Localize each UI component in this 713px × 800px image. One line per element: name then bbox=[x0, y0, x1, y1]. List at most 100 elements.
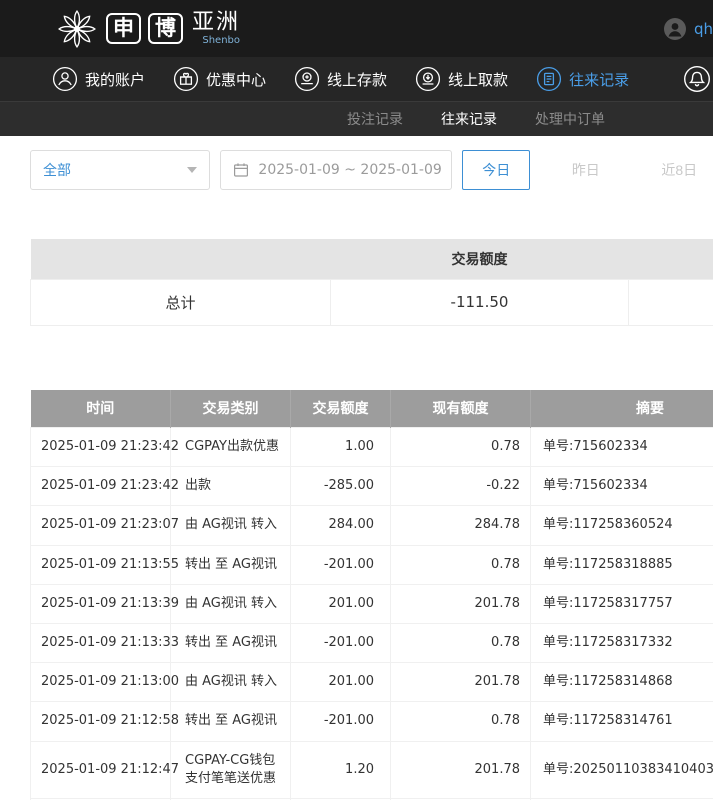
amount-cell: -201.00 bbox=[291, 545, 391, 584]
yesterday-button[interactable]: 昨日 bbox=[552, 150, 619, 190]
balance-cell: 284.78 bbox=[391, 506, 531, 545]
summary-header-row: 交易额度 bbox=[31, 239, 713, 279]
records-subnav: 投注记录 往来记录 处理中订单 bbox=[0, 101, 713, 136]
amount-cell: 284.00 bbox=[291, 506, 391, 545]
time-cell: 2025-01-09 21:13:00 bbox=[31, 663, 171, 702]
header-time: 时间 bbox=[31, 390, 171, 428]
time-cell: 2025-01-09 21:23:07 bbox=[31, 506, 171, 545]
summary-header-empty2 bbox=[629, 239, 713, 279]
avatar-icon bbox=[663, 17, 687, 41]
amount-cell: -201.00 bbox=[291, 623, 391, 662]
summary-cell: 单号:117258317757 bbox=[531, 584, 713, 623]
nav-label: 优惠中心 bbox=[206, 69, 266, 90]
summary-total-label: 总计 bbox=[31, 279, 331, 325]
summary-cell: 单号:202501103834104031 bbox=[531, 741, 713, 798]
summary-total-value: -111.50 bbox=[331, 279, 629, 325]
table-row: 2025-01-09 21:23:42出款-285.00-0.22单号:7156… bbox=[31, 467, 713, 506]
filter-bar: 全部 2025-01-09 ~ 2025-01-09 今日 昨日 近8日 bbox=[0, 136, 713, 203]
nav-label: 往来记录 bbox=[569, 69, 629, 90]
amount-cell: -201.00 bbox=[291, 702, 391, 741]
header-type: 交易类别 bbox=[171, 390, 291, 428]
nav-item-promotions[interactable]: 优惠中心 bbox=[173, 66, 266, 92]
nav-item-records[interactable]: 往来记录 bbox=[536, 66, 629, 92]
type-cell: 出款 bbox=[171, 467, 291, 506]
balance-cell: 0.78 bbox=[391, 702, 531, 741]
top-header: 申 博 亚洲 Shenbo qh bbox=[0, 0, 713, 57]
summary-header-empty bbox=[31, 239, 331, 279]
logo-char-shen: 申 bbox=[106, 13, 141, 44]
time-cell: 2025-01-09 21:12:58 bbox=[31, 702, 171, 741]
amount-cell: -285.00 bbox=[291, 467, 391, 506]
summary-cell: 单号:715602334 bbox=[531, 467, 713, 506]
records-icon bbox=[536, 66, 562, 92]
transactions-header-row: 时间 交易类别 交易额度 现有额度 摘要 bbox=[31, 390, 713, 428]
nav-label: 线上取款 bbox=[448, 69, 508, 90]
summary-cell: 单号:117258318885 bbox=[531, 545, 713, 584]
nav-item-withdraw[interactable]: 线上取款 bbox=[415, 66, 508, 92]
type-cell: 转出 至 AG视讯 bbox=[171, 545, 291, 584]
time-cell: 2025-01-09 21:12:47 bbox=[31, 741, 171, 798]
table-row: 2025-01-09 21:12:58转出 至 AG视讯-201.000.78单… bbox=[31, 702, 713, 741]
notifications-button[interactable] bbox=[683, 65, 711, 93]
tab-betting-records[interactable]: 投注记录 bbox=[347, 109, 403, 129]
username-text: qh bbox=[694, 20, 713, 38]
summary-cell: 单号:117258314868 bbox=[531, 663, 713, 702]
table-row: 2025-01-09 21:13:00由 AG视讯 转入201.00201.78… bbox=[31, 663, 713, 702]
flower-logo-icon bbox=[55, 7, 99, 51]
nav-label: 线上存款 bbox=[327, 69, 387, 90]
user-icon bbox=[52, 66, 78, 92]
transactions-section: 时间 交易类别 交易额度 现有额度 摘要 2025-01-09 21:23:42… bbox=[30, 390, 713, 800]
calendar-icon bbox=[233, 162, 249, 178]
amount-cell: 201.00 bbox=[291, 663, 391, 702]
time-cell: 2025-01-09 21:23:42 bbox=[31, 428, 171, 467]
header-amount: 交易额度 bbox=[291, 390, 391, 428]
tab-processing-orders[interactable]: 处理中订单 bbox=[535, 109, 605, 129]
time-cell: 2025-01-09 21:13:55 bbox=[31, 545, 171, 584]
type-cell: 由 AG视讯 转入 bbox=[171, 584, 291, 623]
balance-cell: -0.22 bbox=[391, 467, 531, 506]
table-row: 2025-01-09 21:13:39由 AG视讯 转入201.00201.78… bbox=[31, 584, 713, 623]
brand-logo[interactable]: 申 博 亚洲 Shenbo bbox=[55, 7, 240, 51]
table-row: 2025-01-09 21:13:55转出 至 AG视讯-201.000.78单… bbox=[31, 545, 713, 584]
summary-total-row: 总计 -111.50 bbox=[31, 279, 713, 325]
bell-icon bbox=[683, 65, 711, 93]
amount-cell: 1.20 bbox=[291, 741, 391, 798]
summary-cell: 单号:715602334 bbox=[531, 428, 713, 467]
summary-cell: 单号:117258317332 bbox=[531, 623, 713, 662]
amount-cell: 1.00 bbox=[291, 428, 391, 467]
logo-region-text: 亚洲 bbox=[192, 12, 240, 34]
chevron-down-icon bbox=[187, 167, 197, 173]
table-row: 2025-01-09 21:23:07由 AG视讯 转入284.00284.78… bbox=[31, 506, 713, 545]
table-row: 2025-01-09 21:12:47CGPAY-CG钱包支付笔笔送优惠1.20… bbox=[31, 741, 713, 798]
user-account[interactable]: qh bbox=[663, 17, 713, 41]
table-row: 2025-01-09 21:13:33转出 至 AG视讯-201.000.78单… bbox=[31, 623, 713, 662]
type-cell: 转出 至 AG视讯 bbox=[171, 702, 291, 741]
summary-header-amount: 交易额度 bbox=[331, 239, 629, 279]
today-button[interactable]: 今日 bbox=[462, 150, 530, 190]
balance-cell: 201.78 bbox=[391, 584, 531, 623]
summary-section: 交易额度 总计 -111.50 bbox=[30, 239, 713, 326]
type-cell: 由 AG视讯 转入 bbox=[171, 663, 291, 702]
logo-char-bo: 博 bbox=[148, 13, 183, 44]
table-row: 2025-01-09 21:23:42CGPAY出款优惠1.000.78单号:7… bbox=[31, 428, 713, 467]
header-summary: 摘要 bbox=[531, 390, 713, 428]
date-range-input[interactable]: 2025-01-09 ~ 2025-01-09 bbox=[220, 150, 452, 190]
nav-item-deposit[interactable]: 线上存款 bbox=[294, 66, 387, 92]
logo-subtext: Shenbo bbox=[202, 36, 240, 46]
transactions-table: 时间 交易类别 交易额度 现有额度 摘要 2025-01-09 21:23:42… bbox=[30, 390, 713, 800]
type-cell: 由 AG视讯 转入 bbox=[171, 506, 291, 545]
summary-cell: 单号:117258314761 bbox=[531, 702, 713, 741]
nav-item-my-account[interactable]: 我的账户 bbox=[52, 66, 145, 92]
balance-cell: 201.78 bbox=[391, 741, 531, 798]
time-cell: 2025-01-09 21:13:39 bbox=[31, 584, 171, 623]
balance-cell: 0.78 bbox=[391, 428, 531, 467]
balance-cell: 0.78 bbox=[391, 545, 531, 584]
last-8-days-button[interactable]: 近8日 bbox=[646, 150, 713, 190]
balance-cell: 0.78 bbox=[391, 623, 531, 662]
type-cell: CGPAY出款优惠 bbox=[171, 428, 291, 467]
summary-cell: 单号:117258360524 bbox=[531, 506, 713, 545]
gift-icon bbox=[173, 66, 199, 92]
tab-transaction-records[interactable]: 往来记录 bbox=[441, 109, 497, 129]
amount-cell: 201.00 bbox=[291, 584, 391, 623]
category-select[interactable]: 全部 bbox=[30, 150, 210, 190]
